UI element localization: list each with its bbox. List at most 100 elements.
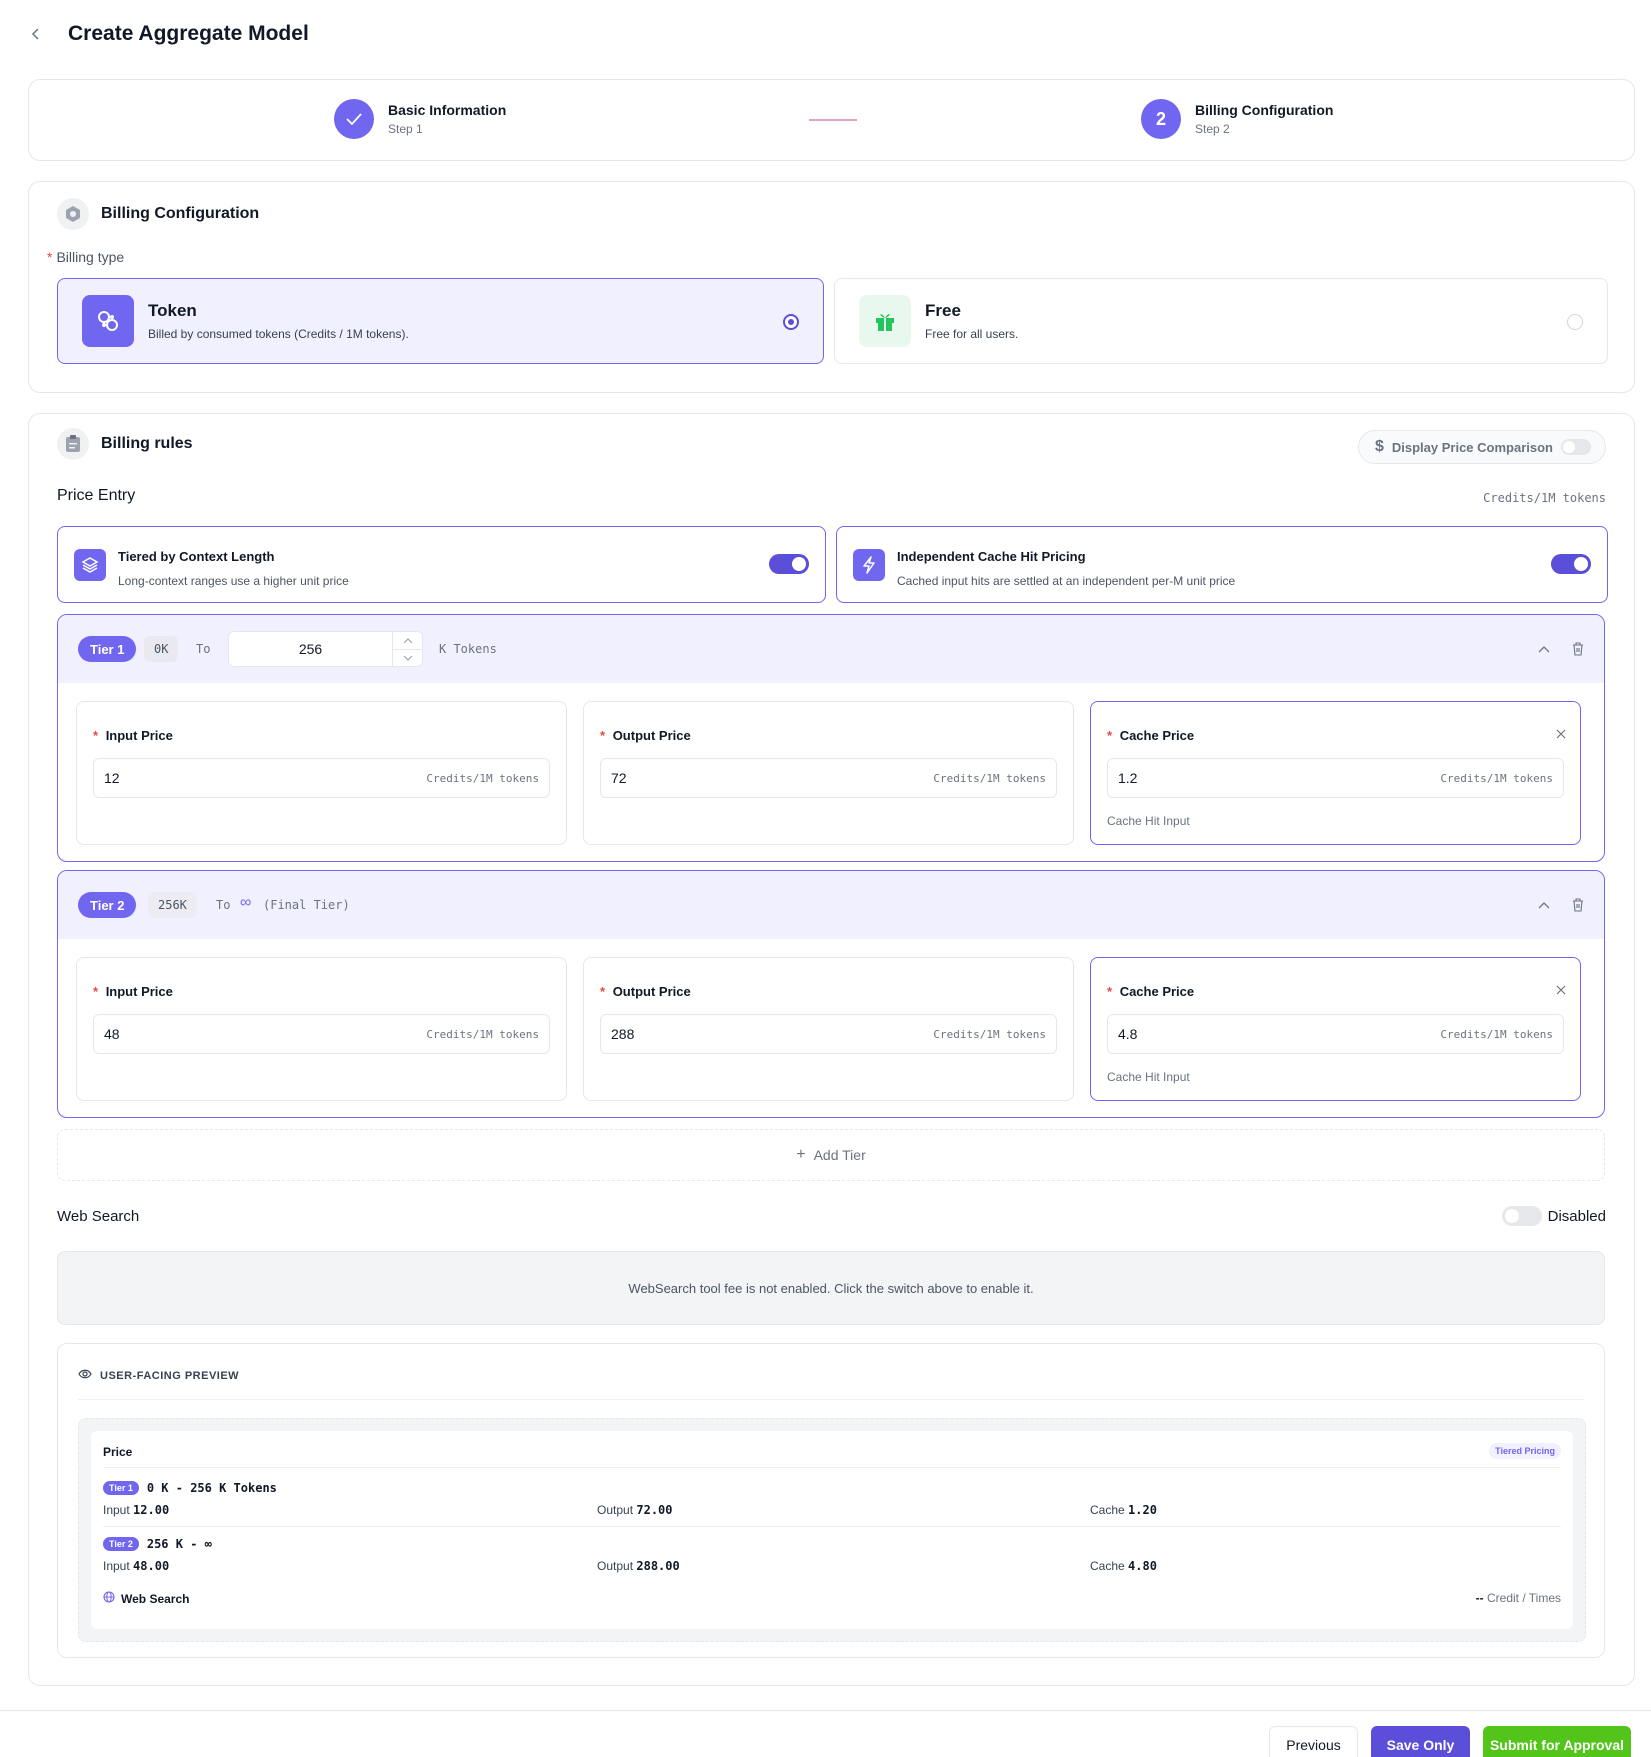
compare-label: Display Price Comparison [1391,439,1553,455]
step-title: Basic Information [388,102,507,118]
tier-from: 256K [148,892,197,918]
output-price-label: * Output Price [600,984,691,999]
type-description: Free for all users. [925,327,1019,341]
add-tier-button[interactable]: + Add Tier [57,1129,1605,1181]
input-price-label: * Input Price [93,728,173,743]
preview-output: Output 72.00 [597,1503,673,1517]
display-price-comparison-toggle[interactable]: $ Display Price Comparison [1357,430,1606,464]
step-basic-information[interactable]: Basic Information Step 1 [334,99,506,139]
clipboard-icon [57,428,89,460]
cache-hit-pricing-card[interactable]: Independent Cache Hit Pricing Cached inp… [836,526,1608,603]
compare-switch[interactable] [1561,439,1591,455]
billing-type-token[interactable]: Token Billed by consumed tokens (Credits… [57,278,824,364]
save-only-button[interactable]: Save Only [1371,1726,1470,1757]
cache-price-unit: Credits/1M tokens [1440,1028,1553,1041]
eye-icon [78,1369,92,1382]
submit-for-approval-button[interactable]: Submit for Approval [1483,1726,1631,1757]
tier-unit: K Tokens [439,642,497,656]
tier-actions [1536,641,1586,657]
section-header: Billing rules [57,428,193,460]
billing-type-label: * Billing type [47,249,125,265]
trash-icon[interactable] [1570,897,1586,913]
step-connector [809,119,857,121]
gift-icon [859,295,911,347]
preview-tier-range: 256 K - ∞ [146,1537,212,1551]
stepper-down-icon[interactable] [393,649,422,666]
billing-type-text: Billing type [56,249,125,265]
preview-web-unit: Credit / Times [1486,1591,1561,1605]
option-title: Independent Cache Hit Pricing [897,549,1086,564]
back-chevron-icon[interactable] [28,26,44,42]
output-price-unit: Credits/1M tokens [933,1028,1046,1041]
input-price-field[interactable]: 12 Credits/1M tokens [93,758,550,798]
billing-rules-card: Billing rules $ Display Price Comparison… [28,413,1635,1686]
output-price-field[interactable]: 288 Credits/1M tokens [600,1014,1057,1054]
tiered-toggle[interactable] [769,554,809,574]
step-subtitle: Step 2 [1195,122,1230,136]
steps-card: Basic Information Step 1 2 Billing Confi… [28,79,1635,161]
dollar-icon: $ [1374,438,1384,455]
tier-2-panel: Tier 2 256K To ∞ (Final Tier) * Input Pr… [57,870,1605,1118]
divider [103,1467,1561,1468]
tiered-by-context-card[interactable]: Tiered by Context Length Long-context ra… [57,526,826,603]
section-header: Billing Configuration [57,198,259,230]
close-icon[interactable] [1556,982,1566,1000]
output-price-label: * Output Price [600,728,691,743]
billing-type-free[interactable]: Free Free for all users. [834,278,1608,364]
input-price-unit: Credits/1M tokens [426,1028,539,1041]
preview-tier-row: Tier 1 0 K - 256 K Tokens [103,1481,277,1495]
preview-cache: Cache 1.20 [1090,1503,1157,1517]
cache-price-label: * Cache Price [1107,728,1195,743]
input-price-label: * Input Price [93,984,173,999]
preview-input-label: Input [103,1503,130,1517]
token-icon [82,295,134,347]
cache-price-value[interactable]: 1.2 [1118,770,1137,786]
check-icon [334,99,374,139]
output-price-value[interactable]: 72 [611,770,627,786]
input-price-value[interactable]: 48 [104,1026,120,1042]
section-title: Billing rules [101,435,193,452]
radio-free[interactable] [1567,314,1583,330]
tier-actions [1536,897,1586,913]
preview-content: Price Tiered Pricing Tier 1 0 K - 256 K … [91,1431,1573,1629]
chevron-up-icon[interactable] [1536,897,1552,913]
cache-pricing-toggle[interactable] [1551,554,1591,574]
stepper-up-icon[interactable] [393,632,422,649]
type-description: Billed by consumed tokens (Credits / 1M … [148,327,409,341]
page-header: Create Aggregate Model [28,22,309,46]
option-description: Long-context ranges use a higher unit pr… [118,574,349,588]
web-search-toggle[interactable] [1501,1206,1542,1226]
tier-badge: Tier 1 [78,636,137,662]
preview-cache: Cache 4.80 [1090,1559,1157,1573]
input-price-label-text: Input Price [105,728,173,743]
cache-price-value[interactable]: 4.8 [1118,1026,1137,1042]
step-billing-configuration[interactable]: 2 Billing Configuration Step 2 [1141,99,1333,139]
tier-end-input[interactable]: 256 [228,631,423,667]
preview-header: USER-FACING PREVIEW [78,1369,239,1382]
input-price-field[interactable]: 48 Credits/1M tokens [93,1014,550,1054]
preview-tier-badge: Tier 1 [103,1481,139,1495]
cache-price-field[interactable]: 1.2 Credits/1M tokens [1107,758,1564,798]
option-title: Tiered by Context Length [118,549,275,564]
preview-output: Output 288.00 [597,1559,680,1573]
preview-cache-label: Cache [1090,1503,1125,1517]
divider [103,1526,1561,1527]
cache-price-field[interactable]: 4.8 Credits/1M tokens [1107,1014,1564,1054]
previous-button[interactable]: Previous [1269,1726,1358,1757]
output-price-field[interactable]: 72 Credits/1M tokens [600,758,1057,798]
input-price-box: * Input Price 48 Credits/1M tokens [76,957,567,1101]
preview-cache-value: 4.80 [1128,1559,1157,1573]
input-price-unit: Credits/1M tokens [426,772,539,785]
output-price-value[interactable]: 288 [611,1026,634,1042]
input-price-value[interactable]: 12 [104,770,120,786]
billing-configuration-card: Billing Configuration * Billing type Toke… [28,181,1635,393]
section-title: Billing Configuration [101,205,260,222]
input-price-box: * Input Price 12 Credits/1M tokens [76,701,567,845]
chevron-up-icon[interactable] [1536,641,1552,657]
preview-web-price: -- Credit / Times [1476,1591,1561,1605]
tier-end-value[interactable]: 256 [229,632,392,666]
trash-icon[interactable] [1570,641,1586,657]
close-icon[interactable] [1556,726,1566,744]
preview-output-label: Output [597,1559,634,1573]
radio-token[interactable] [783,314,799,330]
